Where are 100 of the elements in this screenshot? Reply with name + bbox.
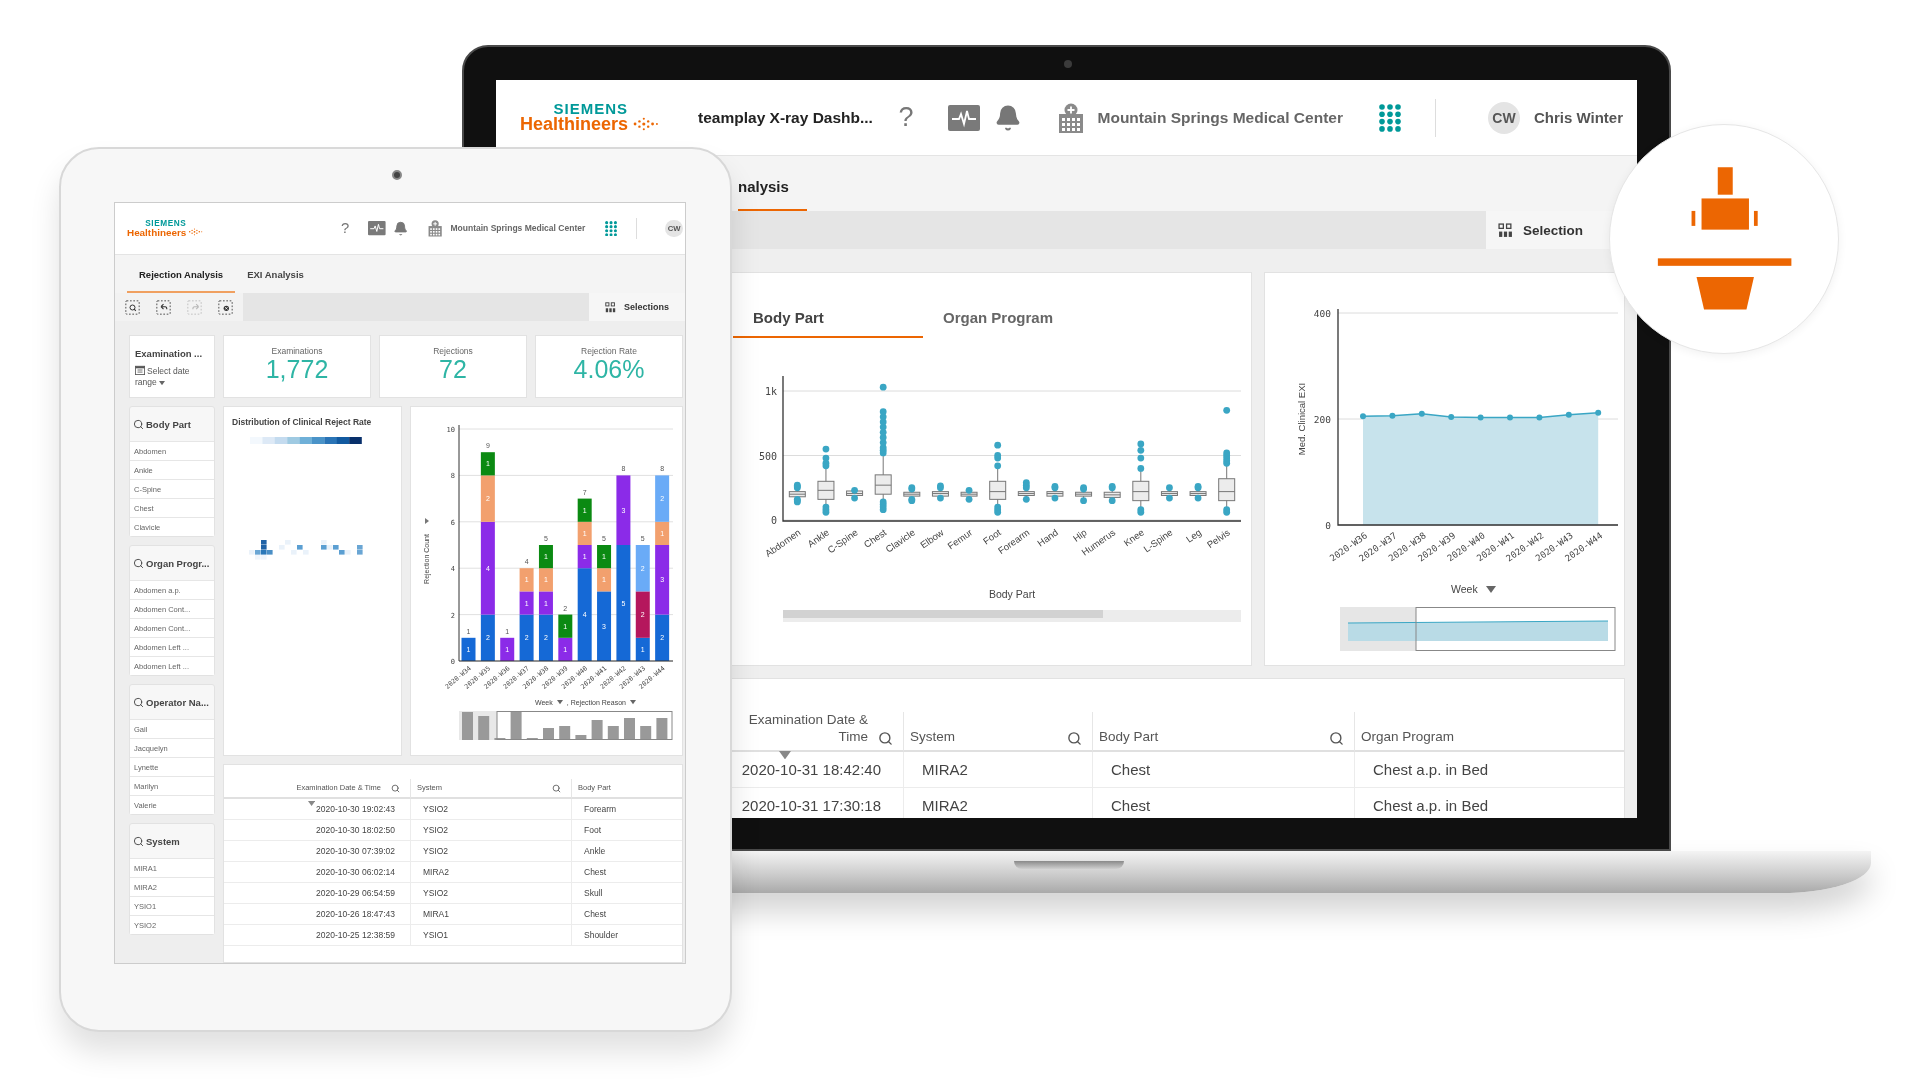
selections-button[interactable]: Selection bbox=[1523, 222, 1584, 238]
range-navigator[interactable] bbox=[459, 711, 673, 740]
user-avatar[interactable]: CW bbox=[1487, 101, 1520, 134]
selections-icon[interactable] bbox=[605, 301, 616, 313]
chart-tab[interactable]: Organ Program bbox=[923, 309, 1123, 338]
search-icon[interactable] bbox=[1067, 731, 1082, 746]
caret-icon[interactable] bbox=[425, 518, 429, 524]
table-cell: MIRA1 bbox=[423, 909, 449, 919]
table-cell: 2020-10-26 18:47:43 bbox=[316, 909, 395, 919]
table-cell: Shoulder bbox=[584, 930, 619, 940]
data-point bbox=[1389, 412, 1396, 419]
data-point bbox=[1418, 410, 1425, 417]
search-icon[interactable] bbox=[878, 731, 893, 746]
bar-segment bbox=[577, 498, 592, 522]
notifications-icon[interactable] bbox=[393, 220, 409, 237]
selection-search-icon[interactable] bbox=[125, 299, 140, 315]
table-cell: Chest bbox=[584, 867, 607, 877]
table-cell: MIRA2 bbox=[423, 867, 449, 877]
undo-selection-icon[interactable] bbox=[156, 299, 171, 315]
bar-segment bbox=[538, 545, 553, 569]
box-whisker bbox=[1103, 483, 1121, 505]
box-whisker bbox=[903, 484, 921, 505]
table-cell: YSIO2 bbox=[423, 804, 449, 814]
search-icon[interactable] bbox=[133, 835, 144, 847]
column-header[interactable]: Examination Date & Time bbox=[738, 710, 868, 746]
range-navigator[interactable] bbox=[1340, 607, 1616, 651]
column-header[interactable]: System bbox=[910, 728, 955, 746]
table-cell: 2020-10-30 06:02:14 bbox=[316, 867, 395, 877]
chart-tab[interactable]: Body Part bbox=[733, 309, 923, 338]
search-icon[interactable] bbox=[133, 696, 144, 708]
search-icon[interactable] bbox=[133, 418, 144, 430]
table-cell: YSIO2 bbox=[423, 825, 449, 835]
activity-icon[interactable] bbox=[368, 221, 386, 236]
caret-icon bbox=[1485, 585, 1496, 593]
bar-segment bbox=[577, 521, 592, 545]
bar-segment bbox=[461, 637, 476, 661]
table-cell: 2020-10-30 19:02:43 bbox=[316, 804, 395, 814]
tab[interactable]: EXI Analysis bbox=[235, 269, 316, 293]
table-cell: 2020-10-30 18:02:50 bbox=[316, 825, 395, 835]
search-icon[interactable] bbox=[133, 557, 144, 569]
search-icon[interactable] bbox=[552, 784, 561, 793]
axis-tick-label: 500 bbox=[758, 450, 777, 462]
table-cell: 2020-10-29 06:54:59 bbox=[316, 888, 395, 898]
dots-logo-icon bbox=[632, 116, 661, 131]
data-point bbox=[1536, 414, 1543, 421]
box-whisker bbox=[788, 481, 806, 506]
table-cell: Chest a.p. in Bed bbox=[1373, 797, 1489, 814]
help-button[interactable]: ? bbox=[341, 221, 350, 236]
box-whisker bbox=[1017, 479, 1035, 503]
camera-icon bbox=[1064, 60, 1072, 68]
table-cell: 2020-10-31 18:42:40 bbox=[741, 761, 881, 778]
bar-segment bbox=[538, 568, 553, 592]
caret-icon bbox=[159, 381, 166, 386]
data-point bbox=[1448, 413, 1455, 420]
axis-tick-label: 200 bbox=[1313, 414, 1331, 425]
date-range-picker[interactable]: Select date range bbox=[135, 365, 211, 389]
box-whisker bbox=[931, 482, 949, 502]
table-cell: Chest bbox=[1111, 761, 1151, 778]
table-cell: Chest a.p. in Bed bbox=[1373, 761, 1489, 778]
table-cell: Ankle bbox=[584, 846, 606, 856]
filter-title: Operator Na... bbox=[146, 696, 209, 708]
search-icon[interactable] bbox=[391, 784, 400, 793]
axis-tick-label: 0 bbox=[1325, 520, 1331, 531]
table-cell: Chest bbox=[1111, 797, 1151, 814]
bar-segment bbox=[558, 637, 573, 661]
data-point bbox=[1477, 414, 1484, 421]
dashboard-title: teamplay X-ray Dashb... bbox=[698, 108, 873, 127]
dimension-selector[interactable]: Week bbox=[1451, 583, 1478, 595]
chart-title: Distribution of Clinical Reject Rate bbox=[232, 417, 373, 427]
clear-selections-icon[interactable] bbox=[218, 299, 233, 315]
site-name: Mountain Springs Medical Center bbox=[1097, 108, 1343, 127]
selections-button[interactable]: Selections bbox=[624, 302, 670, 312]
logo-product-name: Healthineers bbox=[127, 227, 187, 238]
bar-segment bbox=[500, 637, 515, 661]
table-cell: YSIO1 bbox=[423, 930, 449, 940]
scrollbar[interactable] bbox=[783, 610, 1241, 622]
column-header[interactable]: Body Part bbox=[1099, 728, 1159, 746]
app-grid-icon[interactable] bbox=[605, 220, 618, 237]
table-cell: MIRA2 bbox=[922, 761, 968, 778]
data-point bbox=[1565, 411, 1572, 418]
kpi-label: Rejections bbox=[433, 346, 473, 356]
help-button[interactable]: ? bbox=[898, 104, 914, 131]
box-whisker bbox=[1160, 484, 1178, 502]
data-point bbox=[1507, 414, 1513, 421]
hospital-icon bbox=[428, 220, 443, 237]
app-grid-icon[interactable] bbox=[1378, 103, 1401, 132]
selections-icon[interactable] bbox=[1498, 222, 1513, 238]
table-cell: 2020-10-25 12:38:59 bbox=[316, 930, 395, 940]
table-cell: 2020-10-30 07:39:02 bbox=[316, 846, 395, 856]
column-header[interactable]: Organ Program bbox=[1361, 728, 1455, 746]
table-cell: MIRA2 bbox=[922, 797, 968, 814]
dots-logo-icon bbox=[188, 227, 204, 236]
search-icon[interactable] bbox=[1329, 731, 1344, 746]
filter-title: Organ Progr... bbox=[146, 557, 210, 569]
box-whisker bbox=[960, 486, 978, 503]
activity-icon[interactable] bbox=[947, 104, 980, 131]
bar-segment bbox=[597, 545, 612, 569]
filter-title: Examination ... bbox=[135, 348, 203, 359]
scrollbar-thumb[interactable] bbox=[783, 610, 1103, 618]
table-cell: Skull bbox=[584, 888, 603, 898]
